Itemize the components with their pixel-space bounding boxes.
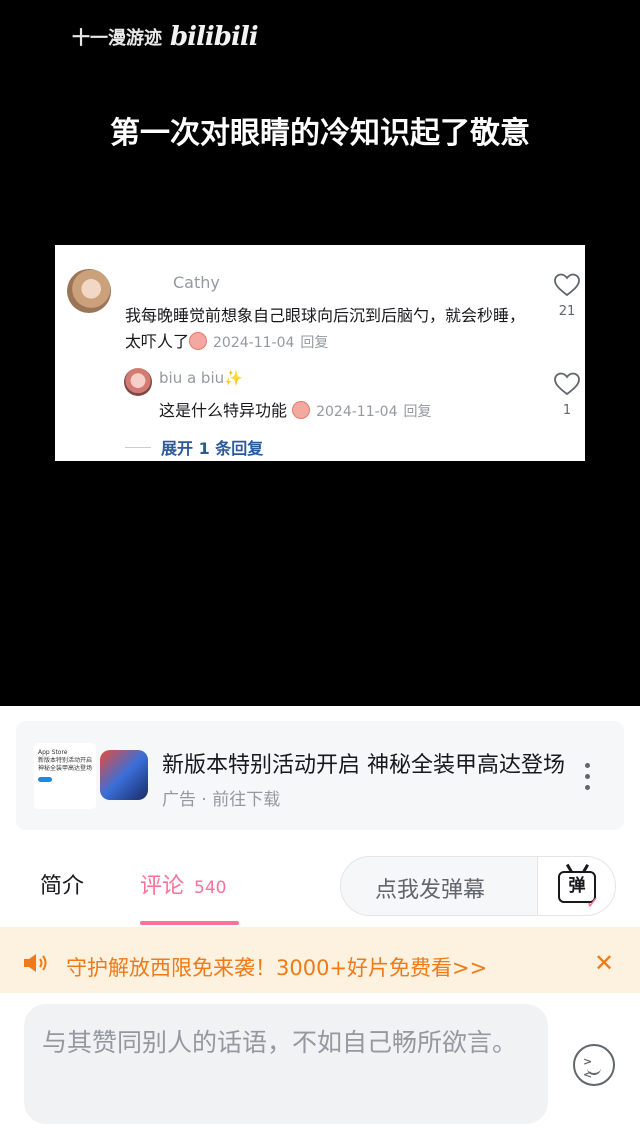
reply-date: 2024-11-04 bbox=[316, 404, 398, 420]
heart-icon bbox=[554, 273, 580, 297]
more-vertical-icon[interactable] bbox=[585, 763, 590, 790]
ad-thumb-line: 神秘全装甲高达登场 bbox=[38, 765, 93, 772]
game-app-icon bbox=[100, 750, 148, 800]
expand-replies: 展开 1 条回复 bbox=[125, 435, 263, 459]
expand-label: 展开 1 条回复 bbox=[161, 439, 264, 458]
emoji-icon[interactable]: >< bbox=[573, 1044, 615, 1086]
danmaku-input[interactable]: 点我发弹幕 弹 ✓ bbox=[340, 856, 616, 916]
reply-reply-label: 回复 bbox=[403, 404, 432, 420]
watermark-channel: 十一漫游迹 bbox=[72, 28, 162, 49]
ad-card[interactable]: App Store 新版本特别活动开启 神秘全装甲高达登场 新版本特别活动开启 … bbox=[16, 721, 624, 830]
comment-reply-label: 回复 bbox=[300, 335, 329, 351]
comment-username: Cathy bbox=[173, 273, 220, 292]
sticker-icon bbox=[292, 401, 311, 419]
bilibili-logo: bilibili bbox=[170, 22, 259, 52]
tab-comments[interactable]: 评论 540 bbox=[140, 868, 226, 900]
comment-screenshot: Cathy 我每晚睡觉前想象自己眼球向后沉到后脑勺，就会秒睡，太吓人了 2024-… bbox=[55, 245, 585, 461]
reply-text: 这是什么特异功能 bbox=[159, 401, 288, 420]
ad-title: 新版本特别活动开启 神秘全装甲高达登场 bbox=[162, 753, 565, 778]
comment-date: 2024-11-04 bbox=[213, 335, 295, 351]
reply-text-block: 这是什么特异功能 2024-11-04 回复 bbox=[159, 397, 431, 421]
comment-count: 540 bbox=[194, 878, 227, 898]
active-tab-indicator bbox=[140, 921, 239, 925]
reply-like-count: 1 bbox=[562, 403, 572, 418]
sticker-icon bbox=[189, 332, 208, 350]
ad-thumb-line: 新版本特别活动开启 bbox=[38, 757, 93, 764]
promo-banner-text[interactable]: 守护解放西限免来袭！3000+好片免费看>> bbox=[66, 952, 487, 982]
avatar bbox=[67, 269, 111, 313]
reply-avatar bbox=[124, 368, 152, 396]
ad-thumbnail: App Store 新版本特别活动开启 神秘全装甲高达登场 bbox=[34, 743, 96, 809]
danmaku-placeholder: 点我发弹幕 bbox=[375, 878, 486, 903]
ad-subtitle: 广告 · 前往下载 bbox=[162, 790, 281, 810]
tab-intro[interactable]: 简介 bbox=[40, 868, 84, 900]
comment-text-block: 我每晚睡觉前想象自己眼球向后沉到后脑勺，就会秒睡，太吓人了 2024-11-04 回… bbox=[125, 303, 537, 356]
danmaku-toggle-button[interactable]: 弹 ✓ bbox=[537, 857, 615, 915]
check-icon: ✓ bbox=[586, 893, 600, 912]
heart-icon bbox=[554, 372, 580, 396]
comment-input[interactable]: 与其赞同别人的话语，不如自己畅所欲言。 bbox=[24, 1004, 548, 1124]
video-frame-title: 第一次对眼睛的冷知识起了敬意 bbox=[110, 116, 530, 151]
close-icon[interactable]: ✕ bbox=[594, 951, 614, 975]
speaker-icon bbox=[22, 952, 50, 974]
ad-thumb-button bbox=[38, 777, 52, 782]
ad-thumb-store: App Store bbox=[38, 749, 68, 756]
expand-divider bbox=[125, 446, 151, 448]
like-count: 21 bbox=[558, 304, 576, 319]
tab-comments-label: 评论 bbox=[140, 874, 185, 899]
video-watermark: 十一漫游迹 bilibili bbox=[72, 22, 259, 52]
reply-username: biu a biu✨ bbox=[159, 369, 243, 387]
video-player[interactable]: 十一漫游迹 bilibili 第一次对眼睛的冷知识起了敬意 Cathy 我每晚睡… bbox=[0, 0, 640, 706]
